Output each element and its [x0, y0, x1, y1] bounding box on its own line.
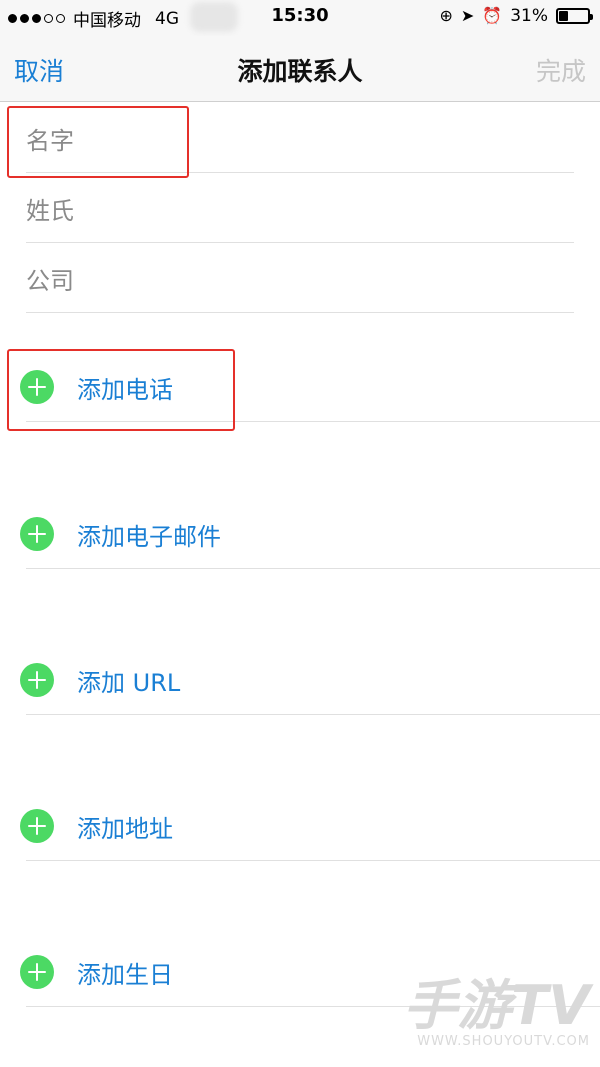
- add-birthday-label: 添加生日: [77, 961, 173, 989]
- battery-fill: [559, 11, 568, 21]
- location-arrow-icon: ➤: [460, 6, 475, 25]
- highlight-box-name: [7, 106, 189, 178]
- done-button[interactable]: 完成: [536, 52, 586, 88]
- add-address-label: 添加地址: [77, 815, 173, 843]
- last-name-field[interactable]: 姓氏: [26, 173, 574, 243]
- watermark-logo: 手游TV WWW.SHOUYOUTV.COM: [403, 974, 590, 1050]
- page-title: 添加联系人: [237, 57, 363, 86]
- battery-icon: [556, 8, 593, 24]
- watermark-main: 手游TV: [403, 974, 590, 1037]
- watermark-url: WWW.SHOUYOUTV.COM: [417, 1034, 590, 1049]
- add-email-row[interactable]: 添加电子邮件: [0, 497, 600, 569]
- navigation-bar: 取消 添加联系人 完成: [0, 36, 600, 102]
- add-circle-icon: [20, 663, 54, 697]
- add-contact-screen: 中国移动 4G 15:30 ⊕ ➤ ⏰ 31% 取消 添加联系人 完成 名字 姓…: [0, 0, 600, 1067]
- add-circle-icon: [20, 517, 54, 551]
- status-bar: 中国移动 4G 15:30 ⊕ ➤ ⏰ 31%: [0, 0, 600, 36]
- highlight-box-phone: [7, 349, 235, 431]
- add-url-label: 添加 URL: [77, 669, 181, 697]
- company-field[interactable]: 公司: [26, 243, 574, 313]
- rotation-lock-icon: ⊕: [439, 6, 453, 25]
- add-address-row[interactable]: 添加地址: [0, 789, 600, 861]
- add-url-row[interactable]: 添加 URL: [0, 643, 600, 715]
- add-circle-icon: [20, 809, 54, 843]
- add-email-label: 添加电子邮件: [77, 523, 221, 551]
- alarm-icon: ⏰: [482, 6, 503, 25]
- status-right: ⊕ ➤ ⏰ 31%: [439, 6, 593, 26]
- battery-percent: 31%: [510, 6, 548, 26]
- add-circle-icon: [20, 955, 54, 989]
